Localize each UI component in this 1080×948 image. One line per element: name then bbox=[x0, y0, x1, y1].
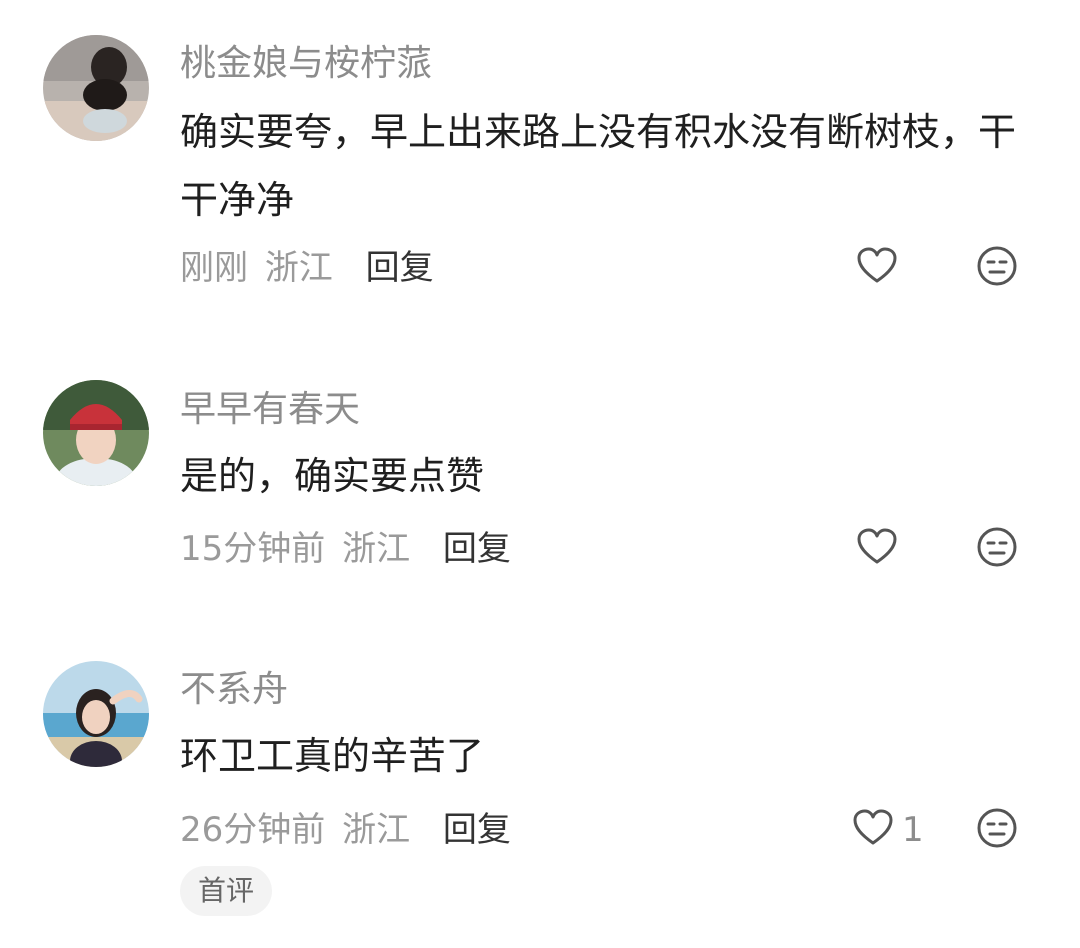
reply-button[interactable]: 回复 bbox=[443, 810, 511, 850]
comment-time: 26分钟前 bbox=[180, 810, 326, 850]
emoji-reaction-button[interactable] bbox=[976, 808, 1018, 852]
heart-outline-icon bbox=[852, 808, 894, 852]
comment-text: 环卫工真的辛苦了 bbox=[180, 734, 485, 778]
expressionless-face-icon bbox=[976, 807, 1018, 853]
comment-location: 浙江 bbox=[342, 810, 411, 850]
username[interactable]: 不系舟 bbox=[180, 668, 288, 712]
comment-meta: 26分钟前 浙江 回复 bbox=[180, 808, 511, 852]
avatar[interactable] bbox=[43, 661, 149, 767]
comment-item: 不系舟 环卫工真的辛苦了 26分钟前 浙江 回复 1 首评 bbox=[0, 0, 1080, 948]
like-count: 1 bbox=[902, 810, 924, 850]
first-comment-badge: 首评 bbox=[180, 866, 273, 916]
like-button[interactable]: 1 bbox=[852, 808, 924, 852]
